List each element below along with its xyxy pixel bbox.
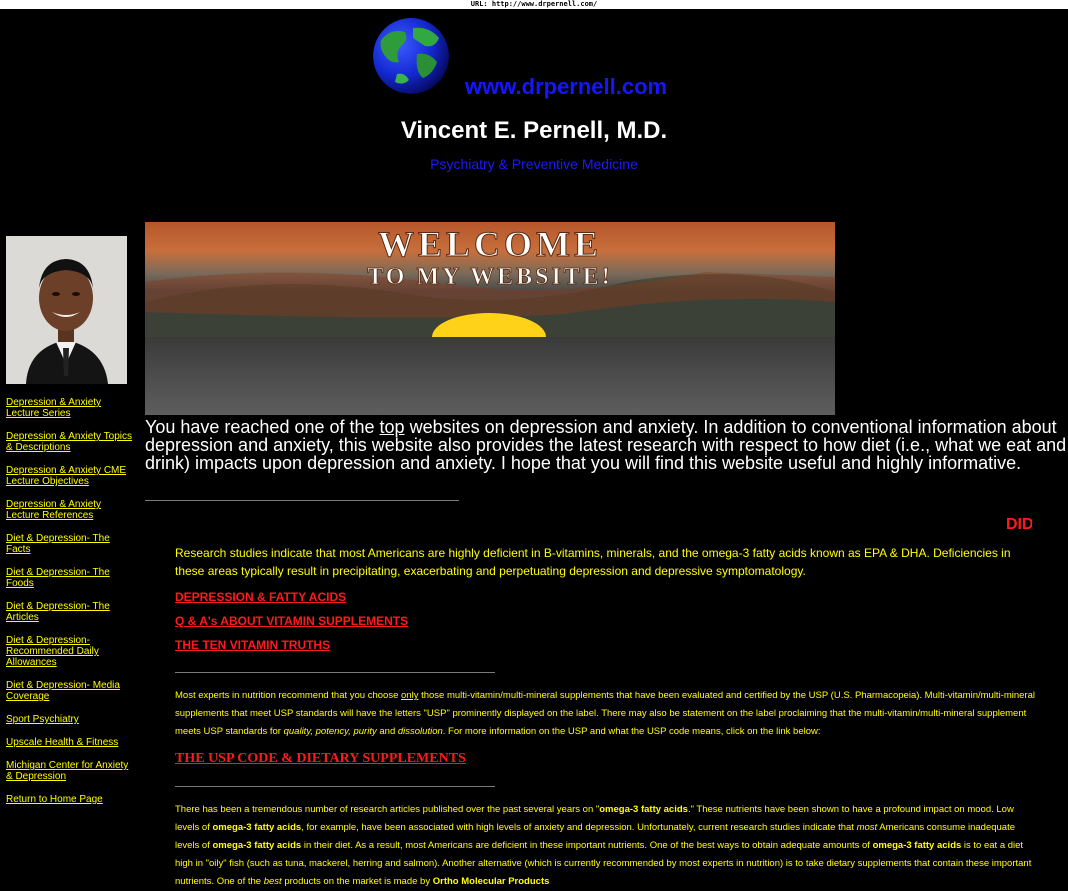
sidebar-item-diet-facts[interactable]: Diet & Depression- The Facts xyxy=(6,533,134,555)
welcome-banner: WELCOME TO MY WEBSITE! xyxy=(145,222,835,415)
site-url-heading: www.drpernell.com xyxy=(465,74,668,99)
specialty-subtitle: Psychiatry & Preventive Medicine xyxy=(430,156,638,172)
top-link[interactable]: top xyxy=(380,417,405,437)
banner-subtitle-text: TO MY WEBSITE! xyxy=(367,264,613,290)
sidebar-item-cme-objectives[interactable]: Depression & Anxiety CME Lecture Objecti… xyxy=(6,465,134,487)
divider xyxy=(175,786,495,787)
fatty-acids-link[interactable]: DEPRESSION & FATTY ACIDS xyxy=(175,590,346,604)
vitamin-truths-link[interactable]: THE TEN VITAMIN TRUTHS xyxy=(175,638,330,652)
vitamin-qa-link[interactable]: Q & A's ABOUT VITAMIN SUPPLEMENTS xyxy=(175,614,408,628)
banner-welcome-text: WELCOME xyxy=(378,224,602,264)
doctor-portrait xyxy=(6,236,127,384)
intro-paragraph: You have reached one of the top websites… xyxy=(145,417,1067,473)
sidebar-item-diet-foods[interactable]: Diet & Depression- The Foods xyxy=(6,567,134,589)
globe-icon xyxy=(373,18,449,94)
sidebar-item-home[interactable]: Return to Home Page xyxy=(6,794,134,805)
omega-paragraph: There has been a tremendous number of re… xyxy=(175,804,1032,887)
divider xyxy=(175,672,495,673)
divider xyxy=(145,500,459,501)
ortho-molecular-text: Ortho Molecular Products xyxy=(432,876,550,887)
marquee-text: DID xyxy=(1006,516,1032,533)
sidebar-item-topics[interactable]: Depression & Anxiety Topics & Descriptio… xyxy=(6,431,134,453)
only-text: only xyxy=(401,690,419,701)
usp-code-link[interactable]: THE USP CODE & DIETARY SUPPLEMENTS xyxy=(175,751,466,767)
doctor-name-heading: Vincent E. Pernell, M.D. xyxy=(400,117,668,144)
sidebar-item-diet-articles[interactable]: Diet & Depression- The Articles xyxy=(6,601,134,623)
sidebar-item-lecture-series[interactable]: Depression & Anxiety Lecture Series xyxy=(6,397,134,419)
sidebar-item-lecture-references[interactable]: Depression & Anxiety Lecture References xyxy=(6,499,134,521)
sidebar-item-michigan-center[interactable]: Michigan Center for Anxiety & Depression xyxy=(6,760,134,782)
url-bar: URL: http://www.drpernell.com/ xyxy=(0,0,1068,9)
sidebar-item-upscale-health[interactable]: Upscale Health & Fitness xyxy=(6,737,134,748)
sidebar-nav: Depression & Anxiety Lecture Series Depr… xyxy=(6,397,134,817)
usp-paragraph: Most experts in nutrition recommend that… xyxy=(175,690,1035,737)
sidebar-item-sport-psychiatry[interactable]: Sport Psychiatry xyxy=(6,714,134,725)
research-paragraph: Research studies indicate that most Amer… xyxy=(175,546,1011,578)
sidebar-item-diet-media[interactable]: Diet & Depression- Media Coverage xyxy=(6,680,134,702)
sidebar-item-diet-rda[interactable]: Diet & Depression- Recommended Daily All… xyxy=(6,635,134,668)
